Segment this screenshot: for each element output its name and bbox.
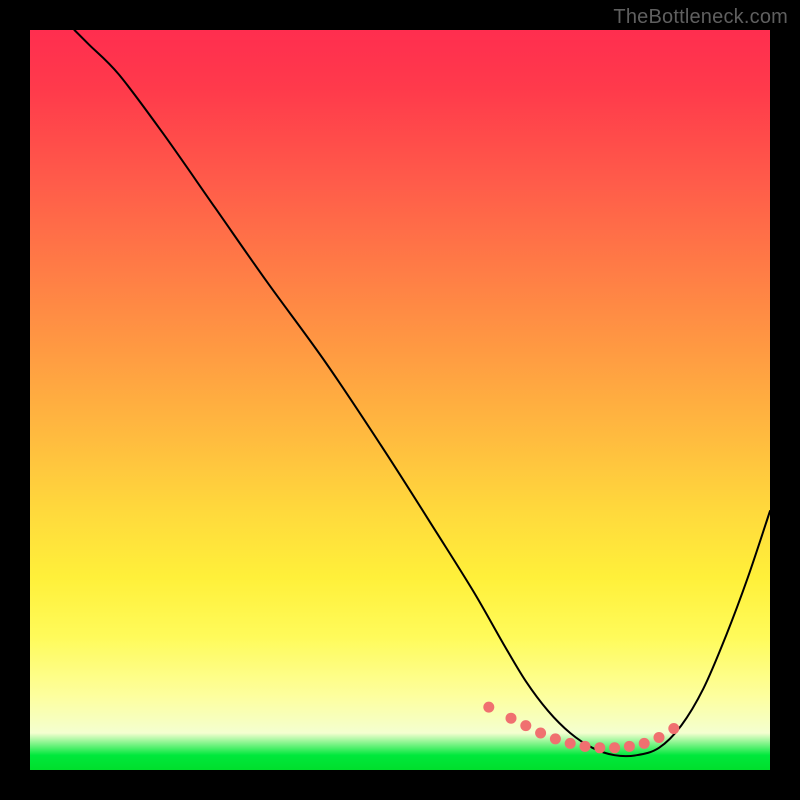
marker-dot [594, 742, 605, 753]
marker-dot [565, 738, 576, 749]
bottleneck-curve [74, 30, 770, 756]
chart-frame: TheBottleneck.com [0, 0, 800, 800]
marker-dot [535, 728, 546, 739]
marker-dot [639, 738, 650, 749]
curve-markers [483, 702, 679, 754]
chart-svg [30, 30, 770, 770]
marker-dot [520, 720, 531, 731]
marker-dot [483, 702, 494, 713]
plot-area [30, 30, 770, 770]
marker-dot [624, 741, 635, 752]
marker-dot [580, 741, 591, 752]
watermark-label: TheBottleneck.com [613, 6, 788, 29]
marker-dot [668, 723, 679, 734]
marker-dot [506, 713, 517, 724]
marker-dot [550, 733, 561, 744]
marker-dot [654, 732, 665, 743]
marker-dot [609, 742, 620, 753]
